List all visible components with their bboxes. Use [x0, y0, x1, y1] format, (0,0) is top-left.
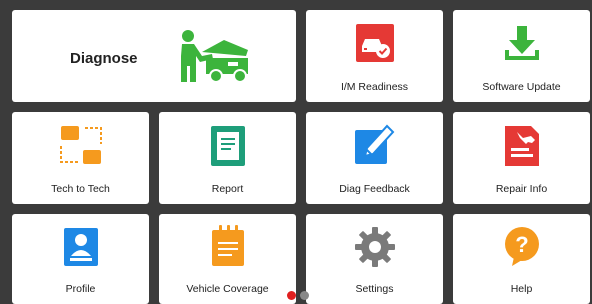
software-update-label: Software Update [482, 81, 561, 93]
vehicle-coverage-label: Vehicle Coverage [186, 283, 269, 295]
profile-label: Profile [65, 283, 96, 295]
edit-pencil-icon [354, 124, 394, 164]
profile-tile[interactable]: Profile [12, 214, 149, 304]
svg-text:?: ? [515, 232, 528, 257]
repair-info-label: Repair Info [495, 183, 548, 195]
im-readiness-label: I/M Readiness [340, 81, 409, 93]
report-document-icon [210, 126, 245, 166]
software-update-tile[interactable]: Software Update [453, 10, 590, 102]
page-indicator-2[interactable] [300, 291, 309, 300]
mechanic-car-icon [181, 30, 248, 83]
download-icon [504, 26, 539, 60]
diag-feedback-label: Diag Feedback [339, 183, 410, 195]
page-indicator-1[interactable] [287, 291, 296, 300]
vehicle-coverage-tile[interactable]: Vehicle Coverage [159, 214, 296, 304]
help-tile[interactable]: ? Help [453, 214, 590, 304]
im-readiness-tile[interactable]: I/M Readiness [306, 10, 443, 102]
connected-screens-icon [59, 126, 102, 164]
tech-to-tech-label: Tech to Tech [51, 183, 110, 195]
report-label: Report [211, 183, 244, 195]
settings-tile[interactable]: Settings [306, 214, 443, 304]
wrench-document-icon [504, 126, 539, 166]
settings-label: Settings [355, 283, 394, 295]
diagnose-label: Diagnose [70, 50, 138, 67]
gear-icon [354, 227, 395, 267]
tech-to-tech-tile[interactable]: Tech to Tech [12, 112, 149, 204]
notepad-icon [211, 225, 244, 266]
user-card-icon [63, 228, 98, 266]
repair-info-tile[interactable]: Repair Info [453, 112, 590, 204]
car-check-icon [355, 24, 394, 62]
report-tile[interactable]: Report [159, 112, 296, 204]
diagnose-tile[interactable]: Diagnose [12, 10, 296, 102]
question-bubble-icon: ? [504, 227, 539, 266]
diag-feedback-tile[interactable]: Diag Feedback [306, 112, 443, 204]
help-label: Help [510, 283, 533, 295]
